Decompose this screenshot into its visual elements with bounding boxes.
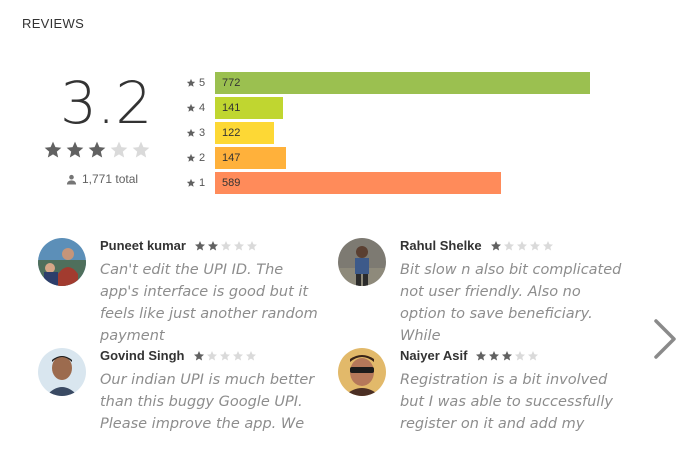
rating-total: 1,771 total	[66, 172, 138, 186]
star-icon	[186, 153, 196, 162]
review-text[interactable]: Registration is a bit involved but I was…	[400, 369, 622, 435]
histogram-star-level: 3	[199, 127, 206, 139]
star-icon	[528, 350, 539, 360]
star-icon	[132, 141, 150, 158]
rating-stars	[43, 140, 151, 160]
star-icon	[232, 350, 243, 360]
star-icon	[186, 178, 196, 187]
histogram-row-label: 1	[186, 177, 210, 189]
histogram-row: 3 122	[186, 122, 274, 144]
star-icon	[515, 350, 526, 360]
star-icon	[246, 240, 257, 250]
review-stars	[475, 350, 539, 362]
star-icon	[186, 128, 196, 137]
histogram-row: 4 141	[186, 97, 283, 119]
star-icon	[206, 350, 217, 360]
avatar	[38, 348, 86, 396]
star-icon	[219, 350, 230, 360]
review-author: Rahul Shelke	[400, 238, 482, 253]
histogram-row-label: 3	[186, 127, 210, 139]
avatar	[338, 238, 386, 286]
next-reviews-button[interactable]	[650, 315, 680, 363]
person-icon	[66, 174, 77, 185]
star-icon	[66, 141, 84, 158]
section-title: REVIEWS	[22, 16, 85, 31]
star-icon	[476, 350, 487, 360]
rating-total-label: 1,771 total	[82, 172, 139, 186]
review-stars	[193, 350, 257, 362]
avatar	[338, 348, 386, 396]
star-icon	[489, 350, 500, 360]
star-icon	[193, 350, 204, 360]
star-icon	[194, 240, 205, 250]
star-icon	[110, 141, 128, 158]
review-author: Puneet kumar	[100, 238, 186, 253]
star-icon	[220, 240, 231, 250]
star-icon	[88, 141, 106, 158]
histogram-bar: 141	[215, 97, 283, 119]
review-text[interactable]: Our indian UPI is much better than this …	[100, 369, 322, 435]
histogram-row-label: 4	[186, 102, 210, 114]
histogram-bar: 147	[215, 147, 286, 169]
review-author: Govind Singh	[100, 348, 185, 363]
star-icon	[516, 240, 527, 250]
review-text[interactable]: Bit slow n also bit complicated not user…	[400, 259, 622, 347]
star-icon	[529, 240, 540, 250]
histogram-star-level: 2	[199, 152, 206, 164]
rating-score: 3.2	[60, 69, 153, 137]
histogram-star-level: 5	[199, 77, 206, 89]
histogram-row: 5 772	[186, 72, 590, 94]
histogram-row-label: 2	[186, 152, 210, 164]
histogram-row: 1 589	[186, 172, 501, 194]
review-text[interactable]: Can't edit the UPI ID. The app's interfa…	[100, 259, 322, 347]
histogram-star-level: 1	[199, 177, 206, 189]
star-icon	[503, 240, 514, 250]
histogram-bar: 589	[215, 172, 501, 194]
star-icon	[44, 141, 62, 158]
review-stars	[194, 240, 258, 252]
avatar	[38, 238, 86, 286]
histogram-bar: 772	[215, 72, 590, 94]
histogram-bar: 122	[215, 122, 274, 144]
histogram-row: 2 147	[186, 147, 286, 169]
star-icon	[542, 240, 553, 250]
chevron-right-icon	[654, 319, 676, 359]
star-icon	[233, 240, 244, 250]
histogram-row-label: 5	[186, 77, 210, 89]
star-icon	[207, 240, 218, 250]
star-icon	[490, 240, 501, 250]
star-icon	[245, 350, 256, 360]
star-icon	[502, 350, 513, 360]
histogram-star-level: 4	[199, 102, 206, 114]
star-icon	[186, 78, 196, 87]
review-author: Naiyer Asif	[400, 348, 468, 363]
review-stars	[490, 240, 554, 252]
star-icon	[186, 103, 196, 112]
